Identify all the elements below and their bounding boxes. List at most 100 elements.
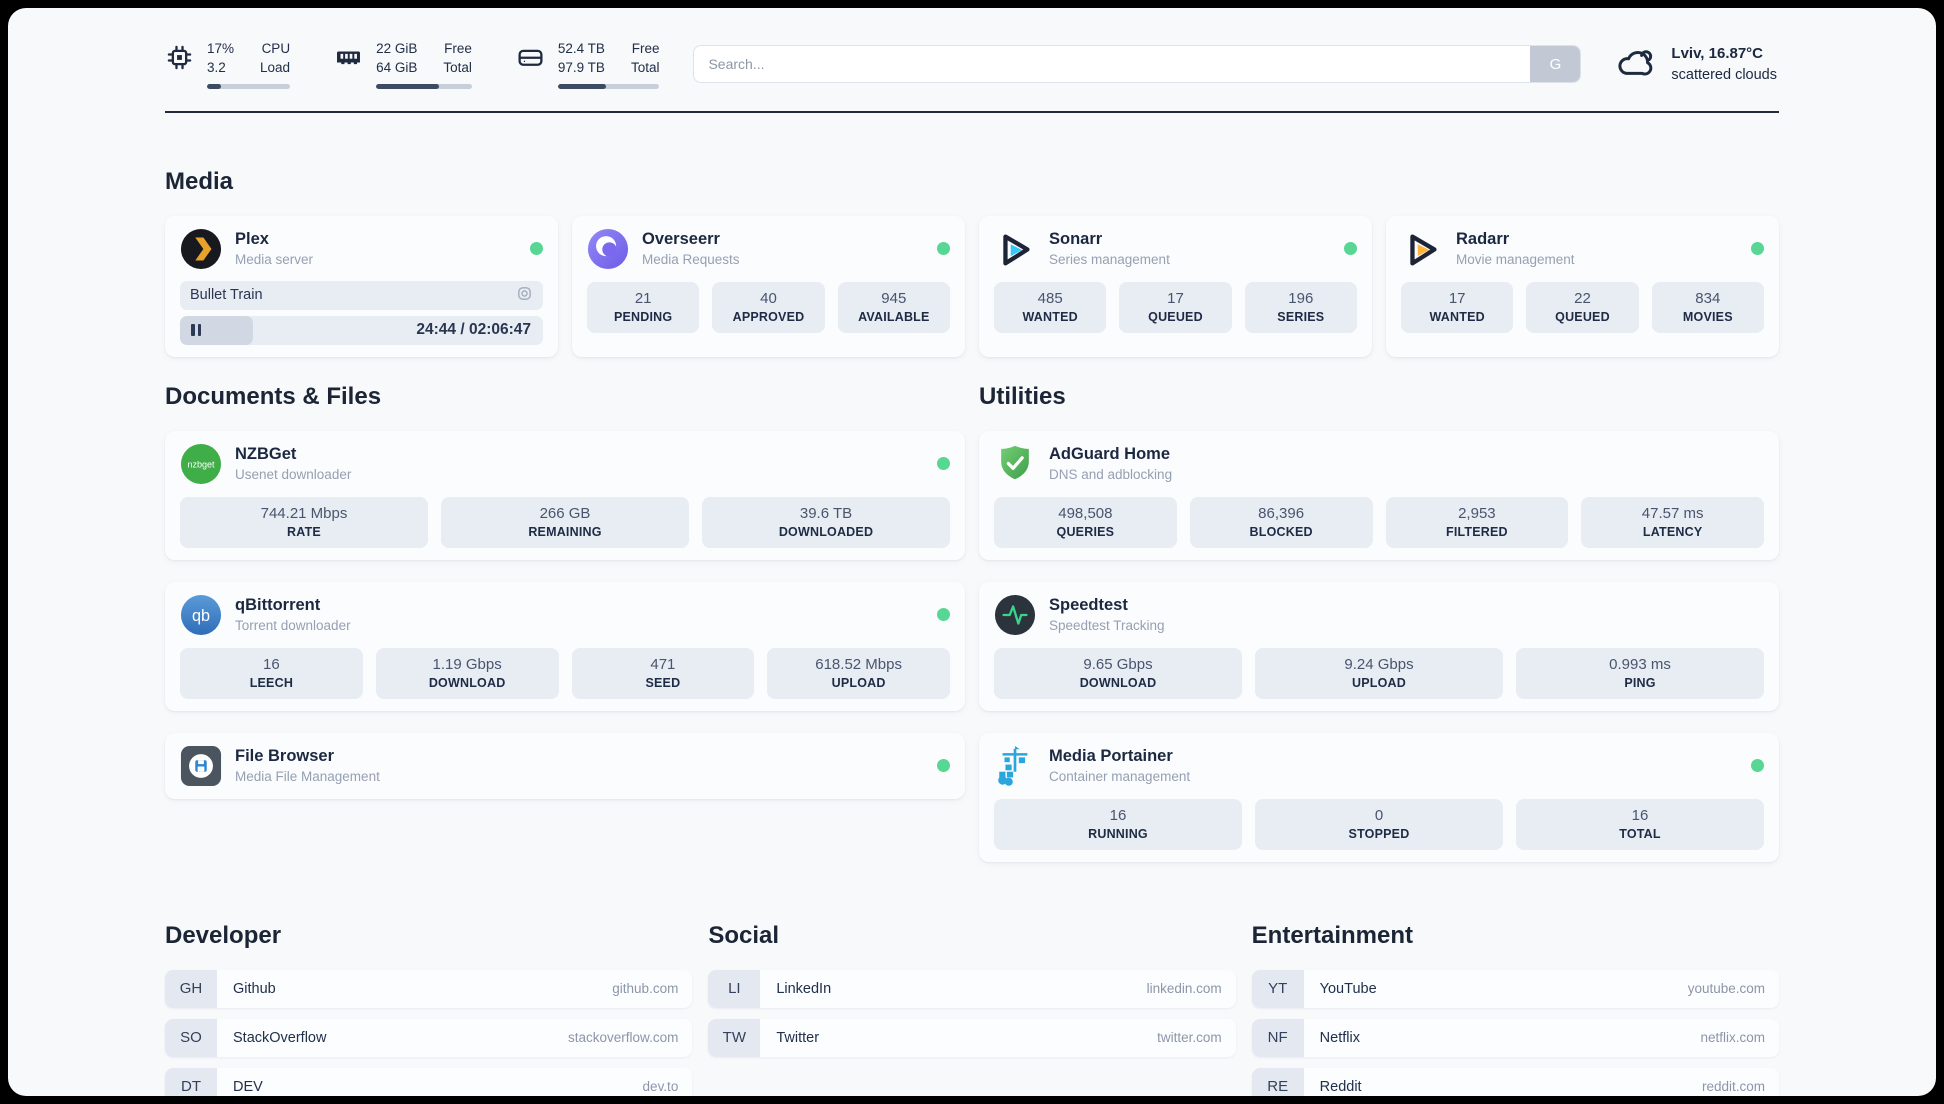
- bookmark-name: YouTube: [1319, 980, 1377, 997]
- bookmark-name: StackOverflow: [233, 1029, 327, 1046]
- cpu-widget: 17% 3.2 CPU Load: [165, 40, 291, 89]
- stat-value: 0: [1374, 806, 1384, 824]
- stat-movies: 834 MOVIES: [1651, 281, 1764, 333]
- disk-labels: Free Total: [631, 40, 660, 78]
- radarr-card[interactable]: Radarr Movie management 17 WANTED 22 QUE…: [1386, 215, 1779, 357]
- stat-remaining: 266 GB REMAINING: [441, 496, 689, 548]
- bookmark-abbr: SO: [165, 1018, 217, 1057]
- speedtest-card[interactable]: Speedtest Speedtest Tracking 9.65 Gbps D…: [979, 581, 1779, 711]
- stat-value: 9.24 Gbps: [1344, 655, 1414, 673]
- radarr-card-header: Radarr Movie management: [1401, 228, 1764, 270]
- stat-downloaded: 39.6 TB DOWNLOADED: [702, 496, 950, 548]
- portainer-icon: [994, 745, 1036, 787]
- svg-text:nzbget: nzbget: [187, 459, 215, 469]
- stat-rate: 744.21 Mbps RATE: [180, 496, 428, 548]
- bookmark-github[interactable]: GH Github github.com: [165, 969, 693, 1008]
- stat-value: 471: [650, 655, 676, 673]
- utilities-stack: AdGuard Home DNS and adblocking 498,508 …: [979, 430, 1779, 862]
- stat-wanted: 485 WANTED: [994, 281, 1107, 333]
- stat-value: 196: [1288, 289, 1314, 307]
- memory-free-value: 22 GiB: [376, 41, 418, 56]
- stat-running: 16 RUNNING: [994, 798, 1242, 850]
- bookmark-url: netflix.com: [1700, 1030, 1765, 1046]
- service-name: Sonarr: [1049, 230, 1103, 249]
- service-subtitle: Speedtest Tracking: [1049, 617, 1165, 633]
- overseerr-card[interactable]: Overseerr Media Requests 21 PENDING 40 A…: [572, 215, 965, 357]
- status-dot: [937, 457, 950, 471]
- stat-label: DOWNLOAD: [428, 675, 506, 690]
- stat-seed: 471 SEED: [571, 647, 755, 699]
- section-title-utilities: Utilities: [979, 382, 1066, 410]
- service-subtitle: Usenet downloader: [235, 466, 352, 482]
- plex-card[interactable]: Plex Media server Bullet Train 24:44 / 0…: [165, 215, 558, 357]
- stat-download: 1.19 Gbps DOWNLOAD: [375, 647, 559, 699]
- bookmark-url: stackoverflow.com: [568, 1030, 679, 1046]
- documents-stack: nzbget NZBGet Usenet downloader 744.21 M…: [165, 430, 965, 799]
- stat-value: 945: [881, 289, 907, 307]
- middle-columns: Documents & Files nzbget NZBGet Usenet d…: [165, 357, 1779, 862]
- status-dot: [937, 242, 950, 256]
- service-name: Speedtest: [1049, 596, 1128, 615]
- playback-time: 24:44 / 02:06:47: [416, 321, 531, 339]
- stat-label: STOPPED: [1348, 826, 1410, 841]
- stat-queued: 17 QUEUED: [1119, 281, 1232, 333]
- nzbget-names: NZBGet Usenet downloader: [235, 444, 351, 484]
- utilities-column: Utilities AdGuard Home DNS and adblockin…: [979, 357, 1779, 862]
- bookmark-youtube[interactable]: YT YouTube youtube.com: [1251, 969, 1779, 1008]
- bookmark-url: reddit.com: [1701, 1079, 1765, 1095]
- section-title-documents: Documents & Files: [165, 382, 382, 410]
- disk-widget: 52.4 TB 97.9 TB Free Total: [516, 40, 660, 89]
- stat-value: 47.57 ms: [1641, 504, 1704, 522]
- adguard-stats: 498,508 QUERIES 86,396 BLOCKED 2,953 FIL…: [994, 496, 1764, 548]
- bookmark-linkedin[interactable]: LI LinkedIn linkedin.com: [708, 969, 1236, 1008]
- plex-names: Plex Media server: [235, 229, 313, 269]
- bookmark-dev[interactable]: DT DEV dev.to: [165, 1067, 693, 1096]
- service-subtitle: Container management: [1049, 768, 1191, 784]
- bookmark-netflix[interactable]: NF Netflix netflix.com: [1251, 1018, 1779, 1057]
- portainer-card-header: Media Portainer Container management: [994, 745, 1764, 787]
- bookmark-url: youtube.com: [1687, 981, 1765, 997]
- cpu-usage-value: 17%: [207, 41, 235, 56]
- search-bar: G: [693, 45, 1582, 84]
- memory-icon: [334, 43, 363, 77]
- cpu-load-label: Load: [260, 59, 291, 75]
- sonarr-card[interactable]: Sonarr Series management 485 WANTED 17 Q…: [979, 215, 1372, 357]
- overseerr-stats: 21 PENDING 40 APPROVED 945 AVAILABLE: [587, 281, 950, 333]
- filebrowser-card-header: File Browser Media File Management: [180, 745, 950, 787]
- portainer-card[interactable]: Media Portainer Container management 16 …: [979, 732, 1779, 862]
- speedtest-names: Speedtest Speedtest Tracking: [1049, 595, 1165, 635]
- filebrowser-card[interactable]: File Browser Media File Management: [165, 732, 965, 799]
- speedtest-stats: 9.65 Gbps DOWNLOAD 9.24 Gbps UPLOAD 0.99…: [994, 647, 1764, 699]
- overseerr-icon: [587, 228, 629, 270]
- stat-label: PING: [1624, 675, 1656, 690]
- memory-widget: 22 GiB 64 GiB Free Total: [334, 40, 472, 89]
- nzbget-card-header: nzbget NZBGet Usenet downloader: [180, 443, 950, 485]
- cpu-progress-bar: [207, 83, 291, 89]
- qbittorrent-card[interactable]: qb qBittorrent Torrent downloader 16 LEE…: [165, 581, 965, 711]
- search-engine-button[interactable]: G: [1530, 46, 1581, 83]
- bookmark-stackoverflow[interactable]: SO StackOverflow stackoverflow.com: [165, 1018, 693, 1057]
- section-title-developer: Developer: [165, 921, 282, 949]
- weather-widget: Lviv, 16.87°C scattered clouds: [1615, 41, 1779, 88]
- status-dot: [1344, 242, 1357, 256]
- memory-labels: Free Total: [443, 40, 472, 78]
- qbittorrent-stats: 16 LEECH 1.19 Gbps DOWNLOAD 471 SEED 618…: [180, 647, 950, 699]
- stat-label: PENDING: [613, 309, 673, 324]
- memory-free-label: Free: [444, 41, 472, 56]
- stat-label: WANTED: [1429, 309, 1485, 324]
- stat-label: APPROVED: [732, 309, 805, 324]
- memory-total-label: Total: [443, 59, 472, 75]
- bookmark-reddit[interactable]: RE Reddit reddit.com: [1251, 1067, 1779, 1096]
- bookmark-abbr: NF: [1251, 1018, 1304, 1057]
- adguard-card[interactable]: AdGuard Home DNS and adblocking 498,508 …: [979, 430, 1779, 560]
- disk-progress-bar: [557, 83, 660, 89]
- stat-label: FILTERED: [1445, 524, 1508, 539]
- stat-queued: 22 QUEUED: [1526, 281, 1639, 333]
- stat-label: DOWNLOADED: [778, 524, 874, 539]
- overseerr-card-header: Overseerr Media Requests: [587, 228, 950, 270]
- bookmark-twitter[interactable]: TW Twitter twitter.com: [708, 1018, 1236, 1057]
- speedtest-card-header: Speedtest Speedtest Tracking: [994, 594, 1764, 636]
- nzbget-stats: 744.21 Mbps RATE 266 GB REMAINING 39.6 T…: [180, 496, 950, 548]
- search-input[interactable]: [693, 45, 1582, 84]
- nzbget-card[interactable]: nzbget NZBGet Usenet downloader 744.21 M…: [165, 430, 965, 560]
